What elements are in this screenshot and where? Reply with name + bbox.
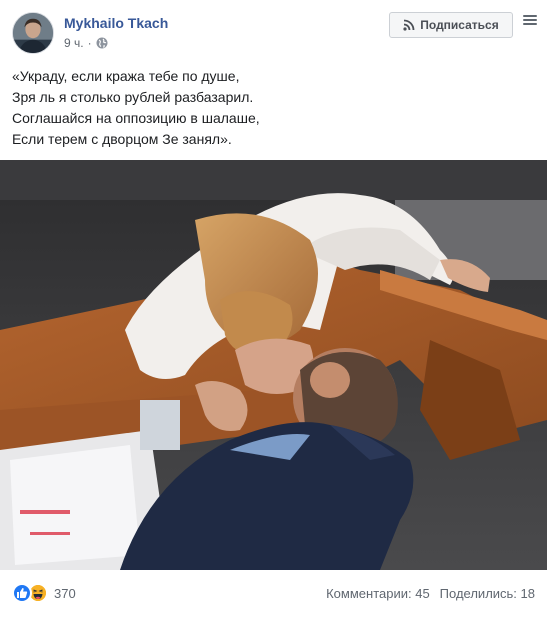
author-name[interactable]: Mykhailo Tkach — [64, 15, 168, 31]
reactions-summary[interactable]: 370 — [12, 583, 76, 603]
post-footer: 370 Комментарии: 45 Поделились: 18 — [0, 570, 547, 622]
post-line: Зря ль я столько рублей разбазарил. — [12, 89, 254, 105]
comments-count-link[interactable]: Комментарии: 45 — [326, 586, 430, 601]
author-avatar[interactable] — [12, 12, 54, 54]
like-icon — [12, 583, 32, 603]
post-photo[interactable] — [0, 160, 547, 570]
meta-separator: · — [87, 36, 92, 50]
post-timestamp[interactable]: 9 ч. — [64, 36, 84, 50]
post-line: Если терем с дворцом Зе занял». — [12, 131, 232, 147]
facebook-post: Mykhailo Tkach 9 ч. · Подписаться «Украд… — [0, 0, 547, 622]
globe-icon[interactable] — [96, 37, 108, 49]
reactions-count: 370 — [54, 585, 76, 601]
post-meta: 9 ч. · — [64, 36, 108, 50]
follow-button[interactable]: Подписаться — [389, 12, 513, 38]
post-line: Соглашайся на оппозицию в шалаше, — [12, 110, 260, 126]
post-line: «Украду, если кража тебе по душе, — [12, 68, 240, 84]
shares-count-link[interactable]: Поделились: 18 — [440, 586, 535, 601]
more-options-icon[interactable] — [523, 14, 539, 25]
post-text: «Украду, если кража тебе по душе, Зря ль… — [12, 66, 532, 150]
post-stats: Комментарии: 45 Поделились: 18 — [326, 586, 535, 601]
rss-icon — [403, 19, 415, 31]
follow-button-label: Подписаться — [420, 18, 499, 32]
